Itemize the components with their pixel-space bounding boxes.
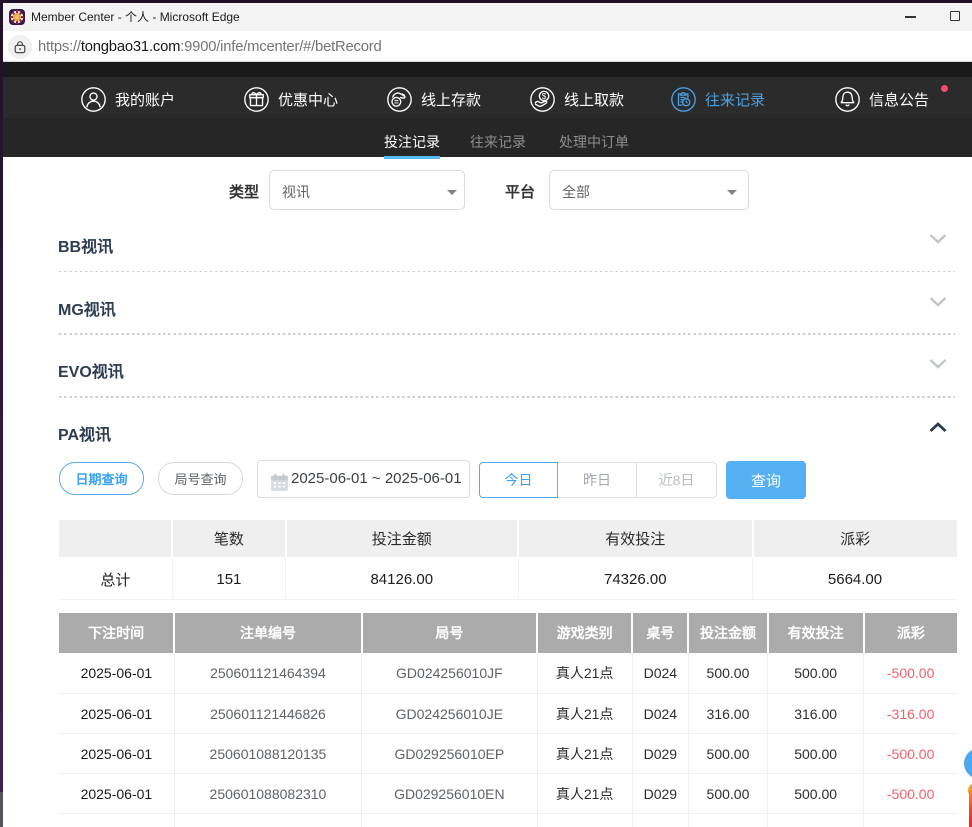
svg-text:$: $	[542, 92, 547, 101]
